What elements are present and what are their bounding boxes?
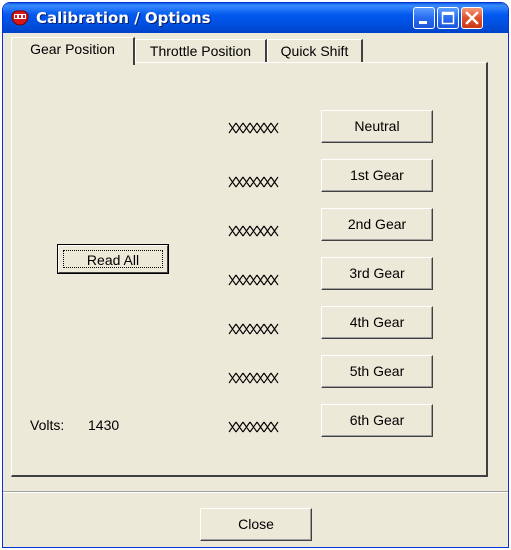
read-all-label: Read All [63,250,163,268]
tab-label: Quick Shift [280,43,349,59]
tab-gear-position[interactable]: Gear Position [11,37,135,65]
gear-button-label: 1st Gear [350,167,404,183]
tab-label: Gear Position [30,41,115,57]
xxxx-pattern-icon [228,372,279,384]
close-button[interactable]: Close [200,508,312,541]
volts-label: Volts: [30,417,65,433]
minimize-icon [419,21,427,24]
gear-button-4th-gear[interactable]: 4th Gear [321,306,433,339]
gear-reading [227,420,287,434]
close-window-button[interactable] [461,7,483,29]
title-bar[interactable]: Calibration / Options [3,3,508,33]
separator [3,491,508,493]
maximize-icon [441,11,455,25]
window-title: Calibration / Options [36,9,211,27]
xxxx-pattern-icon [228,323,279,335]
gear-reading [227,371,287,385]
xxxx-pattern-icon [228,225,279,237]
gear-button-5th-gear[interactable]: 5th Gear [321,355,433,388]
gear-reading [227,121,287,135]
gear-button-label: 4th Gear [349,314,405,330]
tab-throttle-position[interactable]: Throttle Position [135,39,267,63]
close-icon [465,11,479,25]
calibration-options-window: Calibration / Options Gear Position Thro… [2,2,509,548]
tab-quick-shift[interactable]: Quick Shift [267,39,363,63]
gear-button-1st-gear[interactable]: 1st Gear [321,159,433,192]
gear-button-6th-gear[interactable]: 6th Gear [321,404,433,437]
read-all-button[interactable]: Read All [57,244,169,274]
button-bevel: Read All [58,245,168,273]
volts-value: 1430 [88,417,120,433]
gear-button-neutral[interactable]: Neutral [321,110,433,143]
maximize-button[interactable] [437,7,459,29]
xxxx-pattern-icon [228,421,279,433]
gear-reading [227,322,287,336]
gear-reading [227,224,287,238]
close-button-label: Close [238,516,274,532]
xxxx-pattern-icon [228,176,279,188]
gear-button-label: 3rd Gear [349,265,405,281]
gear-button-label: 2nd Gear [347,216,407,232]
gear-button-label: Neutral [354,118,400,134]
app-logo-icon [11,10,29,26]
minimize-button[interactable] [413,7,435,29]
gear-button-label: 5th Gear [349,363,405,379]
tab-label: Throttle Position [149,43,252,59]
gear-reading [227,273,287,287]
xxxx-pattern-icon [228,274,279,286]
gear-button-3rd-gear[interactable]: 3rd Gear [321,257,433,290]
gear-reading [227,175,287,189]
xxxx-pattern-icon [228,122,279,134]
gear-button-label: 6th Gear [349,412,405,428]
gear-button-2nd-gear[interactable]: 2nd Gear [321,208,433,241]
